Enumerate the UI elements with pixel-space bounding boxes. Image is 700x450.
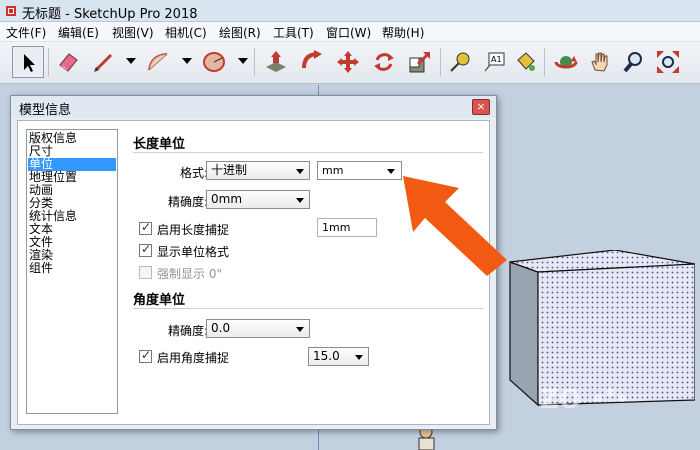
toolbar-separator — [440, 48, 441, 76]
move-icon — [337, 51, 359, 73]
length-units-heading: 长度单位 — [133, 137, 186, 152]
orbit-icon — [554, 56, 578, 69]
push-pull-icon — [266, 51, 286, 72]
orbit-tool-button[interactable] — [550, 46, 582, 78]
pencil-tool-button[interactable] — [88, 46, 120, 78]
dialog-title-bar[interactable]: 模型信息 × — [11, 96, 496, 118]
arc-icon — [148, 53, 168, 71]
menu-file[interactable]: 文件(F) — [6, 24, 46, 41]
menu-draw[interactable]: 绘图(R) — [219, 24, 261, 41]
angle-precision-value: 0.0 — [211, 321, 231, 335]
select-tool-button[interactable] — [12, 46, 44, 78]
format-value: 十进制 — [211, 163, 248, 177]
section-divider — [133, 152, 483, 153]
circle-dropdown-icon[interactable] — [238, 58, 248, 64]
pencil-line-icon — [94, 53, 113, 72]
eraser-icon — [59, 53, 78, 72]
length-snap-row[interactable]: 启用长度捕捉 — [139, 220, 279, 237]
annotation-arrow-icon — [403, 176, 507, 276]
sketchup-logo-icon — [6, 6, 16, 16]
chevron-down-icon — [296, 198, 304, 203]
text-tool-button[interactable]: A1 — [478, 46, 510, 78]
angle-snap-value: 15.0 — [313, 349, 340, 363]
unit-value: mm — [322, 164, 344, 177]
circle-tool-button[interactable] — [198, 46, 230, 78]
main-toolbar: A1 — [0, 42, 700, 84]
window-title: 无标题 - SketchUp Pro 2018 — [22, 7, 198, 22]
length-precision-label: 精确度: — [167, 195, 208, 209]
angle-snap-label: 启用角度捕捉 — [157, 351, 230, 365]
chevron-down-icon — [387, 169, 395, 174]
toolbar-separator — [544, 48, 545, 76]
category-list[interactable]: 版权信息 尺寸 单位 地理位置 动画 分类 统计信息 文本 文件 渲染 组件 — [26, 129, 118, 414]
move-tool-button[interactable] — [332, 46, 364, 78]
show-unit-format-checkbox[interactable] — [139, 242, 152, 257]
length-snap-input[interactable]: 1mm — [317, 218, 377, 237]
paint-bucket-tool-button[interactable] — [510, 46, 542, 78]
title-bar: 无标题 - SketchUp Pro 2018 — [0, 0, 700, 22]
circle-icon — [203, 52, 225, 72]
chevron-down-icon — [355, 355, 363, 360]
angle-snap-row[interactable]: 启用角度捕捉 — [139, 348, 279, 365]
pan-tool-button[interactable] — [584, 46, 616, 78]
menu-camera[interactable]: 相机(C) — [165, 24, 207, 41]
scale-icon — [409, 51, 431, 73]
watermark-logo-icon: ZO — [540, 385, 626, 415]
menu-view[interactable]: 视图(V) — [112, 24, 154, 41]
pencil-dropdown-icon[interactable] — [126, 58, 136, 64]
angle-precision-label: 精确度: — [167, 324, 208, 338]
paint-bucket-icon — [517, 52, 535, 71]
pan-icon — [591, 52, 608, 72]
svg-text:ZO: ZO — [540, 385, 581, 415]
format-label: 格式: — [179, 166, 208, 180]
zoom-tool-button[interactable] — [618, 46, 650, 78]
follow-me-tool-button[interactable] — [296, 46, 328, 78]
menu-tools[interactable]: 工具(T) — [273, 24, 314, 41]
close-icon[interactable]: × — [472, 99, 490, 115]
show-unit-format-label: 显示单位格式 — [157, 245, 230, 259]
force-display-label: 强制显示 0" — [157, 267, 222, 281]
length-snap-checkbox[interactable] — [139, 220, 152, 235]
length-snap-value: 1mm — [322, 221, 351, 234]
angle-snap-select[interactable]: 15.0 — [308, 347, 369, 366]
tape-measure-icon — [450, 52, 470, 72]
dialog-title: 模型信息 — [19, 103, 72, 118]
follow-me-icon — [302, 50, 322, 69]
show-unit-format-row[interactable]: 显示单位格式 — [139, 242, 279, 259]
force-display-checkbox — [139, 266, 152, 279]
nav-item-components[interactable]: 组件 — [28, 262, 116, 275]
menu-edit[interactable]: 编辑(E) — [58, 24, 99, 41]
chevron-down-icon — [296, 169, 304, 174]
menu-window[interactable]: 窗口(W) — [326, 24, 371, 41]
length-precision-select[interactable]: 0mm — [206, 190, 310, 209]
push-pull-tool-button[interactable] — [260, 46, 292, 78]
angle-units-heading: 角度单位 — [133, 293, 186, 308]
length-snap-label: 启用长度捕捉 — [157, 223, 230, 237]
toolbar-separator — [254, 48, 255, 76]
menu-bar: 文件(F) 编辑(E) 视图(V) 相机(C) 绘图(R) 工具(T) 窗口(W… — [0, 22, 700, 42]
force-display-row: 强制显示 0" — [139, 265, 279, 281]
section-divider — [133, 308, 483, 309]
eraser-tool-button[interactable] — [52, 46, 84, 78]
format-select[interactable]: 十进制 — [206, 161, 310, 180]
chevron-down-icon — [296, 327, 304, 332]
angle-snap-checkbox[interactable] — [139, 348, 152, 363]
unit-select[interactable]: mm — [317, 161, 402, 180]
select-icon — [24, 54, 35, 72]
scale-tool-button[interactable] — [404, 46, 436, 78]
text-icon: A1 — [484, 52, 505, 72]
angle-precision-select[interactable]: 0.0 — [206, 319, 310, 338]
toolbar-separator — [48, 48, 49, 76]
svg-text:A1: A1 — [491, 55, 502, 64]
tape-measure-tool-button[interactable] — [444, 46, 476, 78]
zoom-extents-tool-button[interactable] — [652, 46, 684, 78]
rotate-icon — [374, 53, 394, 71]
length-precision-value: 0mm — [211, 192, 243, 206]
arc-dropdown-icon[interactable] — [182, 58, 192, 64]
menu-help[interactable]: 帮助(H) — [382, 24, 424, 41]
zoom-icon — [623, 52, 642, 73]
zoom-extents-icon — [657, 51, 679, 73]
arc-tool-button[interactable] — [142, 46, 174, 78]
rotate-tool-button[interactable] — [368, 46, 400, 78]
